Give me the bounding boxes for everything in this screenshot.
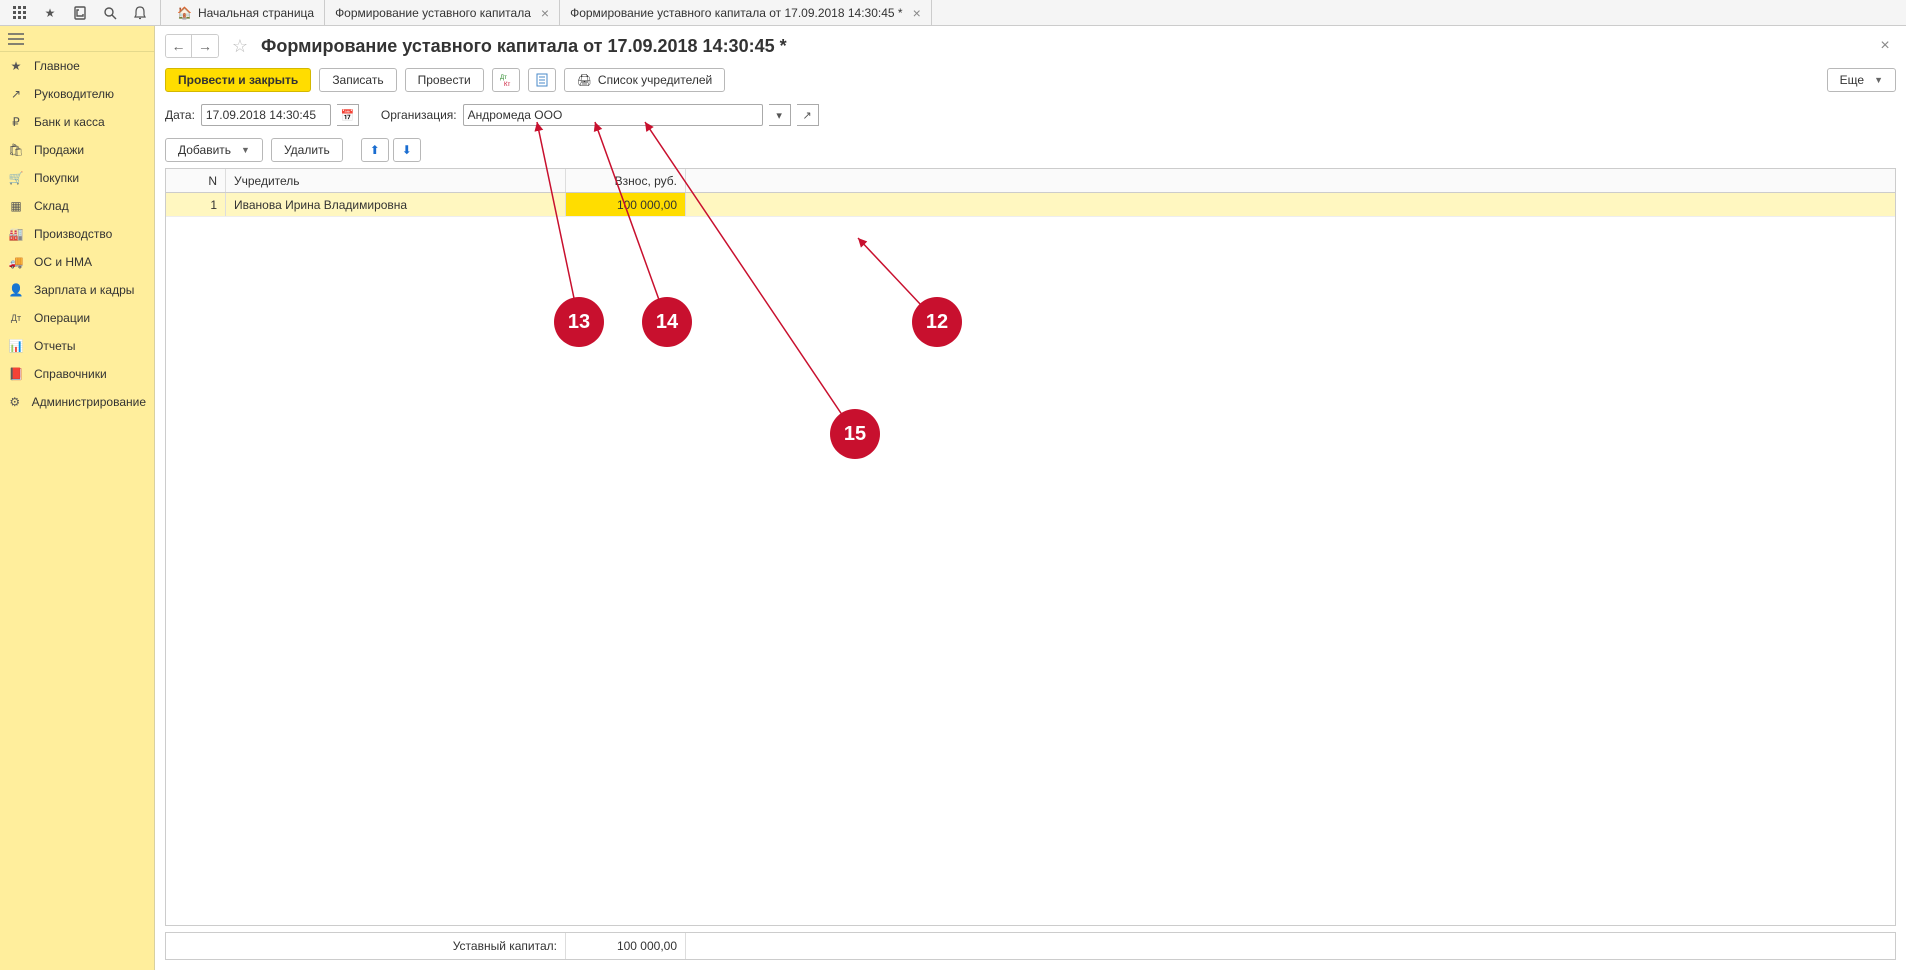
ruble-icon: ₽: [8, 115, 24, 129]
tab-label: Формирование уставного капитала: [335, 6, 531, 20]
sidebar-item-catalogs[interactable]: 📕Справочники: [0, 360, 154, 388]
factory-icon: 🏭: [8, 227, 24, 241]
date-label: Дата:: [165, 108, 195, 122]
cell-n: 1: [166, 193, 226, 216]
bell-icon[interactable]: [126, 1, 154, 25]
search-icon[interactable]: [96, 1, 124, 25]
calendar-icon[interactable]: 📅: [337, 104, 359, 126]
sidebar-item-manager[interactable]: ↗Руководителю: [0, 80, 154, 108]
menu-toggle[interactable]: [0, 26, 154, 52]
forward-button[interactable]: →: [192, 35, 218, 57]
close-icon[interactable]: ×: [913, 5, 921, 21]
dt-kt-button[interactable]: ДтКт: [492, 68, 520, 92]
close-icon[interactable]: ×: [541, 5, 549, 21]
star-icon: ★: [8, 59, 24, 73]
chevron-down-icon: ▼: [1874, 75, 1883, 85]
move-down-button[interactable]: ⬇: [393, 138, 421, 162]
sidebar-item-assets[interactable]: 🚚ОС и НМА: [0, 248, 154, 276]
nav-arrows: ← →: [165, 34, 219, 58]
table-row[interactable]: 1 Иванова Ирина Владимировна 100 000,00: [166, 193, 1895, 217]
chart-up-icon: ↗: [8, 87, 24, 101]
sidebar-item-main[interactable]: ★Главное: [0, 52, 154, 80]
bag-icon: 🛍: [8, 143, 24, 157]
chevron-down-icon: ▼: [241, 145, 250, 155]
more-button[interactable]: Еще ▼: [1827, 68, 1896, 92]
tab-home[interactable]: 🏠 Начальная страница: [167, 0, 325, 25]
tab-doc-current[interactable]: Формирование уставного капитала от 17.09…: [560, 0, 932, 25]
add-button[interactable]: Добавить ▼: [165, 138, 263, 162]
debit-credit-icon: Дт: [8, 313, 24, 323]
person-icon: 👤: [8, 283, 24, 297]
close-button[interactable]: ×: [1874, 35, 1896, 57]
svg-text:Дт: Дт: [500, 75, 507, 81]
sidebar: ★Главное ↗Руководителю ₽Банк и касса 🛍Пр…: [0, 26, 155, 970]
bar-chart-icon: 📊: [8, 339, 24, 353]
sidebar-item-operations[interactable]: ДтОперации: [0, 304, 154, 332]
book-icon: 📕: [8, 367, 24, 381]
page-title: Формирование уставного капитала от 17.09…: [261, 36, 1864, 57]
sidebar-item-bank[interactable]: ₽Банк и касса: [0, 108, 154, 136]
cart-icon: 🛒: [8, 171, 24, 185]
open-ref-icon[interactable]: ↗: [797, 104, 819, 126]
delete-button[interactable]: Удалить: [271, 138, 343, 162]
history-icon[interactable]: [66, 1, 94, 25]
tab-doc-list[interactable]: Формирование уставного капитала ×: [325, 0, 560, 25]
post-and-close-button[interactable]: Провести и закрыть: [165, 68, 311, 92]
org-input[interactable]: Андромеда ООО: [463, 104, 763, 126]
system-toolbar: ★ 🏠 Начальная страница Формирование уста…: [0, 0, 1906, 26]
printer-icon: 🖨: [577, 73, 592, 87]
table-controls: Добавить ▼ Удалить ⬆ ⬇: [155, 132, 1906, 168]
footer-totals: Уставный капитал: 100 000,00: [165, 932, 1896, 960]
favorite-toggle[interactable]: ☆: [229, 35, 251, 57]
svg-text:Кт: Кт: [504, 82, 510, 87]
back-button[interactable]: ←: [166, 35, 192, 57]
toolbar: Провести и закрыть Записать Провести ДтК…: [155, 62, 1906, 98]
apps-icon[interactable]: [6, 1, 34, 25]
home-icon: 🏠: [177, 6, 192, 20]
attachments-button[interactable]: [528, 68, 556, 92]
total-value: 100 000,00: [566, 933, 686, 959]
write-button[interactable]: Записать: [319, 68, 396, 92]
main-content: ← → ☆ Формирование уставного капитала от…: [155, 26, 1906, 970]
sidebar-item-reports[interactable]: 📊Отчеты: [0, 332, 154, 360]
dropdown-icon[interactable]: ▾: [769, 104, 791, 126]
org-label: Организация:: [381, 108, 457, 122]
cell-amount: 100 000,00: [566, 193, 686, 216]
tab-strip: 🏠 Начальная страница Формирование уставн…: [167, 0, 1900, 25]
date-input[interactable]: 17.09.2018 14:30:45: [201, 104, 331, 126]
tab-label: Формирование уставного капитала от 17.09…: [570, 6, 903, 20]
sidebar-item-admin[interactable]: ⚙Администрирование: [0, 388, 154, 416]
sidebar-item-production[interactable]: 🏭Производство: [0, 220, 154, 248]
col-header-n: N: [166, 169, 226, 192]
total-label: Уставный капитал:: [166, 933, 566, 959]
post-button[interactable]: Провести: [405, 68, 484, 92]
sidebar-item-purchases[interactable]: 🛒Покупки: [0, 164, 154, 192]
grid-icon: ▦: [8, 199, 24, 213]
sidebar-item-warehouse[interactable]: ▦Склад: [0, 192, 154, 220]
col-header-founder: Учредитель: [226, 169, 566, 192]
form-row: Дата: 17.09.2018 14:30:45 📅 Организация:…: [155, 98, 1906, 132]
tab-label: Начальная страница: [198, 6, 314, 20]
gear-icon: ⚙: [8, 395, 22, 409]
col-header-amount: Взнос, руб.: [566, 169, 686, 192]
move-up-button[interactable]: ⬆: [361, 138, 389, 162]
table-header: N Учредитель Взнос, руб.: [166, 169, 1895, 193]
sidebar-item-sales[interactable]: 🛍Продажи: [0, 136, 154, 164]
founders-table: N Учредитель Взнос, руб. 1 Иванова Ирина…: [165, 168, 1896, 926]
truck-icon: 🚚: [8, 255, 24, 269]
star-icon[interactable]: ★: [36, 1, 64, 25]
cell-founder: Иванова Ирина Владимировна: [226, 193, 566, 216]
founders-list-button[interactable]: 🖨 Список учредителей: [564, 68, 726, 92]
sidebar-item-hr[interactable]: 👤Зарплата и кадры: [0, 276, 154, 304]
